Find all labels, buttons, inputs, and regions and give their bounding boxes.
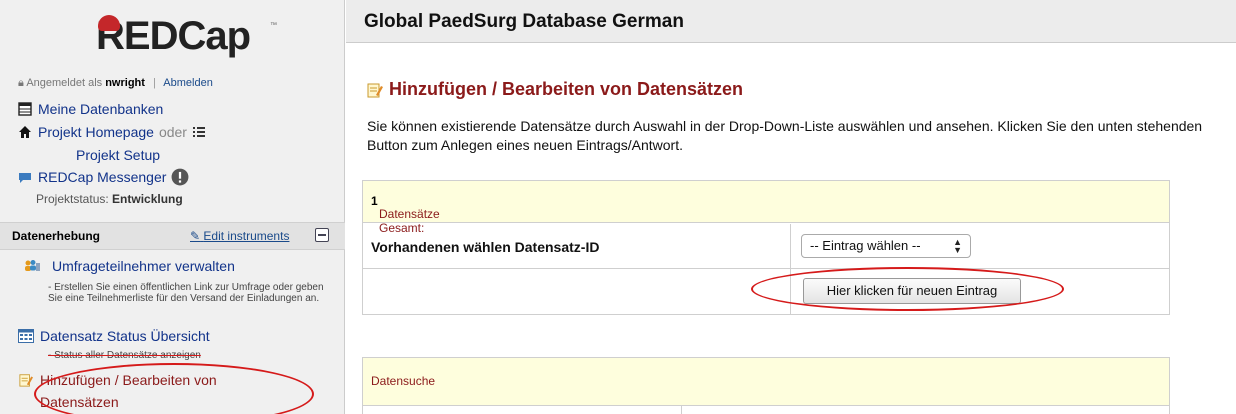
alert-icon <box>171 168 189 186</box>
choose-record-label: Vorhandenen wählen Datensatz-ID <box>371 239 600 255</box>
edit-instruments-link[interactable]: ✎ Edit instruments <box>190 229 289 243</box>
home-icon <box>19 126 31 138</box>
instrument-survey-participants[interactable]: Umfrageteilnehmer verwalten <box>18 258 235 274</box>
data-collection-header: Datenerhebung ✎ Edit instruments <box>0 222 345 250</box>
project-status: Projektstatus: Entwicklung <box>36 192 183 206</box>
project-title: Global PaedSurg Database German <box>364 11 684 32</box>
pencil-icon: ✎ <box>190 229 201 243</box>
edit-record-icon <box>367 83 383 97</box>
page-title: Hinzufügen / Bearbeiten von Datensätzen <box>367 79 743 100</box>
redcap-logo[interactable]: REDCap ™ <box>96 14 277 59</box>
section-title: Datenerhebung <box>12 229 101 243</box>
search-panel-header: Datensuche <box>363 358 1169 406</box>
search-header: Datensuche <box>371 374 436 388</box>
search-panel: Datensuche <box>362 357 1170 414</box>
nav-project-setup[interactable]: Projekt Setup <box>76 147 160 163</box>
login-prefix: Angemeldet als <box>26 77 103 89</box>
divider: | <box>152 77 156 89</box>
logout-link[interactable]: Abmelden <box>163 77 213 89</box>
username: nwright <box>105 77 145 89</box>
instrument-label: Datensatz Status Übersicht <box>40 328 210 344</box>
table-icon <box>18 102 32 116</box>
records-total-value: 1 <box>371 194 378 208</box>
dashboard-icon <box>18 329 34 343</box>
nav-my-projects[interactable]: Meine Datenbanken <box>18 101 163 117</box>
project-header: Global PaedSurg Database German <box>346 0 1236 43</box>
logo-mark-icon <box>98 15 120 31</box>
instrument-record-status[interactable]: Datensatz Status Übersicht <box>18 328 210 344</box>
app-root: REDCap ™ 🔒︎ Angemeldet als nwright | Abm… <box>0 0 1236 414</box>
edit-record-icon <box>19 374 33 387</box>
nav-project-home-label: Projekt Homepage <box>38 124 154 140</box>
login-info: 🔒︎ Angemeldet als nwright | Abmelden <box>18 77 213 90</box>
participants-icon <box>25 260 40 271</box>
logo-text: REDCap <box>96 14 251 58</box>
page-title-text: Hinzufügen / Bearbeiten von Datensätzen <box>389 79 744 99</box>
records-panel-header: Datensätze Gesamt: 1 <box>363 181 1169 235</box>
chat-icon <box>19 173 31 183</box>
annotation-ellipse-button <box>751 267 1064 311</box>
choose-record-row: Vorhandenen wählen Datensatz-ID -- Eintr… <box>363 224 1169 269</box>
nav-my-projects-label: Meine Datenbanken <box>38 101 164 117</box>
select-arrows-icon: ▲ ▼ <box>953 237 962 255</box>
project-status-value: Entwicklung <box>112 192 183 206</box>
oder-text: oder <box>158 124 187 140</box>
lock-icon: 🔒︎ <box>18 77 24 89</box>
instrument-label: Umfrageteilnehmer verwalten <box>52 258 235 274</box>
intro-text: Sie können existierende Datensätze durch… <box>367 118 1203 153</box>
list-icon <box>192 127 205 137</box>
nav-messenger[interactable]: REDCap Messenger <box>18 168 195 186</box>
logo-tm: ™ <box>270 22 277 29</box>
nav-project-home[interactable]: Projekt Homepage oder <box>18 124 212 140</box>
edit-instruments-label: Edit instruments <box>203 229 290 243</box>
collapse-icon[interactable] <box>315 228 329 242</box>
column-divider <box>681 406 682 414</box>
instrument-description: - Status aller Datensätze anzeigen <box>48 350 201 361</box>
project-status-label: Projektstatus: <box>36 192 109 206</box>
record-select-value: -- Eintrag wählen -- <box>810 238 921 253</box>
sidebar: REDCap ™ 🔒︎ Angemeldet als nwright | Abm… <box>0 0 345 414</box>
nav-project-setup-label: Projekt Setup <box>76 147 161 163</box>
nav-messenger-label: REDCap Messenger <box>38 169 167 185</box>
instrument-description: - Erstellen Sie einen öffentlichen Link … <box>48 282 324 304</box>
records-total: Datensätze Gesamt: 1 <box>371 194 440 235</box>
record-select[interactable]: -- Eintrag wählen -- ▲ ▼ <box>801 234 971 258</box>
